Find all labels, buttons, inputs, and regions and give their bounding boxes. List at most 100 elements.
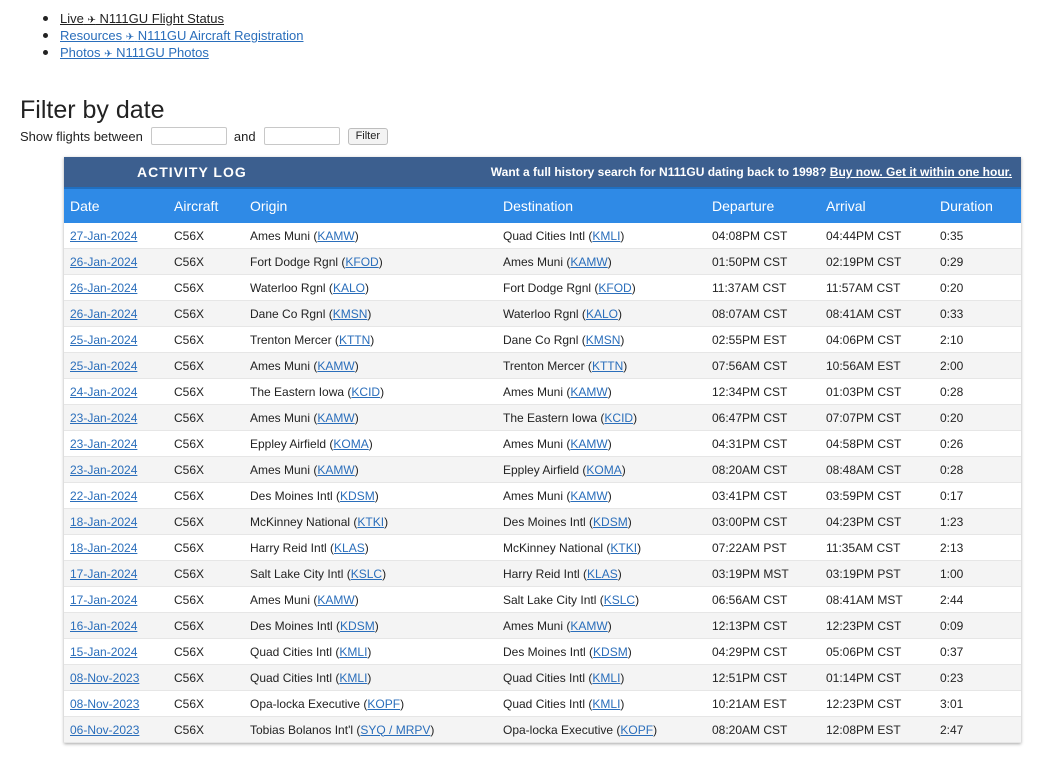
cell-departure: 02:55PM EST — [706, 326, 820, 353]
destination-code-link[interactable]: KAMW — [570, 385, 607, 399]
nav-link-text: N111GU Photos — [116, 45, 209, 60]
origin-code-link[interactable]: KAMW — [317, 359, 354, 373]
date-link[interactable]: 26-Jan-2024 — [70, 307, 137, 321]
date-link[interactable]: 23-Jan-2024 — [70, 463, 137, 477]
date-link[interactable]: 25-Jan-2024 — [70, 333, 137, 347]
origin-name: Des Moines Intl — [250, 618, 333, 633]
origin-code-link[interactable]: KOPF — [367, 697, 400, 711]
origin-code-link[interactable]: KMLI — [339, 645, 367, 659]
destination-code-link[interactable]: KSLC — [604, 593, 635, 607]
origin-code-link[interactable]: KFOD — [345, 255, 378, 269]
origin-name: McKinney National — [250, 514, 351, 529]
date-link[interactable]: 26-Jan-2024 — [70, 255, 137, 269]
origin-code-link[interactable]: KDSM — [340, 619, 375, 633]
filter-button[interactable]: Filter — [347, 127, 389, 145]
date-link[interactable]: 15-Jan-2024 — [70, 645, 137, 659]
column-header-duration: Duration — [934, 187, 1021, 223]
destination-code-link[interactable]: KLAS — [587, 567, 618, 581]
date-link[interactable]: 17-Jan-2024 — [70, 567, 137, 581]
date-link[interactable]: 23-Jan-2024 — [70, 437, 137, 451]
date-link[interactable]: 16-Jan-2024 — [70, 619, 137, 633]
destination-code-link[interactable]: KALO — [586, 307, 618, 321]
destination-code-link[interactable]: KAMW — [570, 255, 607, 269]
destination-code-link[interactable]: KOMA — [586, 463, 621, 477]
nav-link-photos[interactable]: Photos ✈ N111GU Photos — [60, 45, 209, 60]
origin-code-link[interactable]: KAMW — [317, 593, 354, 607]
nav-item-resources: Resources ✈ N111GU Aircraft Registration — [42, 28, 303, 45]
date-link[interactable]: 08-Nov-2023 — [70, 671, 139, 685]
cell-date: 23-Jan-2024 — [64, 456, 168, 483]
date-to-input[interactable] — [263, 127, 340, 145]
date-link[interactable]: 22-Jan-2024 — [70, 489, 137, 503]
destination-name: Des Moines Intl — [503, 644, 586, 659]
origin-code-link[interactable]: KMSN — [333, 307, 368, 321]
activity-log-title: ACTIVITY LOG — [137, 164, 247, 180]
origin-code-link[interactable]: KLAS — [334, 541, 365, 555]
cell-duration: 0:28 — [934, 456, 1021, 483]
cell-departure: 03:19PM MST — [706, 560, 820, 587]
origin-code-link[interactable]: KCID — [351, 385, 380, 399]
date-link[interactable]: 18-Jan-2024 — [70, 541, 137, 555]
origin-code-link[interactable]: KAMW — [317, 411, 354, 425]
cell-departure: 04:31PM CST — [706, 430, 820, 457]
date-link[interactable]: 25-Jan-2024 — [70, 359, 137, 373]
origin-code-link[interactable]: KAMW — [317, 463, 354, 477]
destination-code-link[interactable]: KTKI — [610, 541, 637, 555]
destination-code-link[interactable]: KMSN — [586, 333, 621, 347]
origin-code-link[interactable]: KDSM — [340, 489, 375, 503]
origin-code-link[interactable]: KSLC — [351, 567, 382, 581]
cell-date: 16-Jan-2024 — [64, 612, 168, 639]
origin-name: Opa-locka Executive — [250, 696, 361, 711]
date-link[interactable]: 24-Jan-2024 — [70, 385, 137, 399]
cell-duration: 3:01 — [934, 690, 1021, 717]
destination-code-link[interactable]: KAMW — [570, 619, 607, 633]
origin-name: Harry Reid Intl — [250, 540, 327, 555]
history-promo: Want a full history search for N111GU da… — [491, 165, 1012, 179]
column-header-arrival: Arrival — [820, 187, 934, 223]
origin-code-link[interactable]: KOMA — [333, 437, 368, 451]
cell-departure: 06:47PM CST — [706, 404, 820, 431]
origin-code-link[interactable]: KTTN — [339, 333, 370, 347]
destination-code-link[interactable]: KTTN — [592, 359, 623, 373]
date-link[interactable]: 08-Nov-2023 — [70, 697, 139, 711]
destination-code-link[interactable]: KFOD — [598, 281, 631, 295]
destination-code-link[interactable]: KAMW — [570, 437, 607, 451]
plane-icon: ✈ — [104, 49, 113, 60]
date-link[interactable]: 27-Jan-2024 — [70, 229, 137, 243]
origin-code-link[interactable]: KMLI — [339, 671, 367, 685]
destination-code-link[interactable]: KCID — [604, 411, 633, 425]
date-from-input[interactable] — [150, 127, 227, 145]
origin-code-link[interactable]: SYQ / MRPV — [360, 723, 430, 737]
nav-link-live[interactable]: Live ✈ N111GU Flight Status — [60, 11, 224, 26]
cell-origin: The Eastern Iowa (KCID) — [244, 378, 497, 405]
cell-date: 17-Jan-2024 — [64, 586, 168, 613]
destination-code-link[interactable]: KMLI — [592, 697, 620, 711]
date-link[interactable]: 23-Jan-2024 — [70, 411, 137, 425]
cell-departure: 04:29PM CST — [706, 638, 820, 665]
date-link[interactable]: 17-Jan-2024 — [70, 593, 137, 607]
cell-date: 06-Nov-2023 — [64, 716, 168, 743]
destination-code-link[interactable]: KOPF — [620, 723, 653, 737]
cell-origin: Quad Cities Intl (KMLI) — [244, 664, 497, 691]
destination-code-link[interactable]: KAMW — [570, 489, 607, 503]
cell-departure: 03:41PM CST — [706, 482, 820, 509]
cell-departure: 07:22AM PST — [706, 534, 820, 561]
origin-name: Dane Co Rgnl — [250, 306, 326, 321]
cell-destination: Salt Lake City Intl (KSLC) — [497, 586, 706, 613]
date-link[interactable]: 26-Jan-2024 — [70, 281, 137, 295]
destination-code-link[interactable]: KDSM — [593, 515, 628, 529]
table-row: 26-Jan-2024 C56X Dane Co Rgnl (KMSN) Waterl… — [64, 300, 1021, 327]
date-link[interactable]: 06-Nov-2023 — [70, 723, 139, 737]
buy-now-link[interactable]: Buy now. Get it within one hour. — [830, 165, 1012, 179]
cell-destination: Ames Muni (KAMW) — [497, 430, 706, 457]
destination-code-link[interactable]: KMLI — [592, 671, 620, 685]
origin-code-link[interactable]: KALO — [333, 281, 365, 295]
destination-code-link[interactable]: KDSM — [593, 645, 628, 659]
origin-code-link[interactable]: KTKI — [357, 515, 384, 529]
destination-code-link[interactable]: KMLI — [592, 229, 620, 243]
date-link[interactable]: 18-Jan-2024 — [70, 515, 137, 529]
nav-link-resources[interactable]: Resources ✈ N111GU Aircraft Registration — [60, 28, 303, 43]
origin-code-link[interactable]: KAMW — [317, 229, 354, 243]
cell-date: 08-Nov-2023 — [64, 664, 168, 691]
table-row: 08-Nov-2023 C56X Opa-locka Executive (KOPF… — [64, 690, 1021, 717]
